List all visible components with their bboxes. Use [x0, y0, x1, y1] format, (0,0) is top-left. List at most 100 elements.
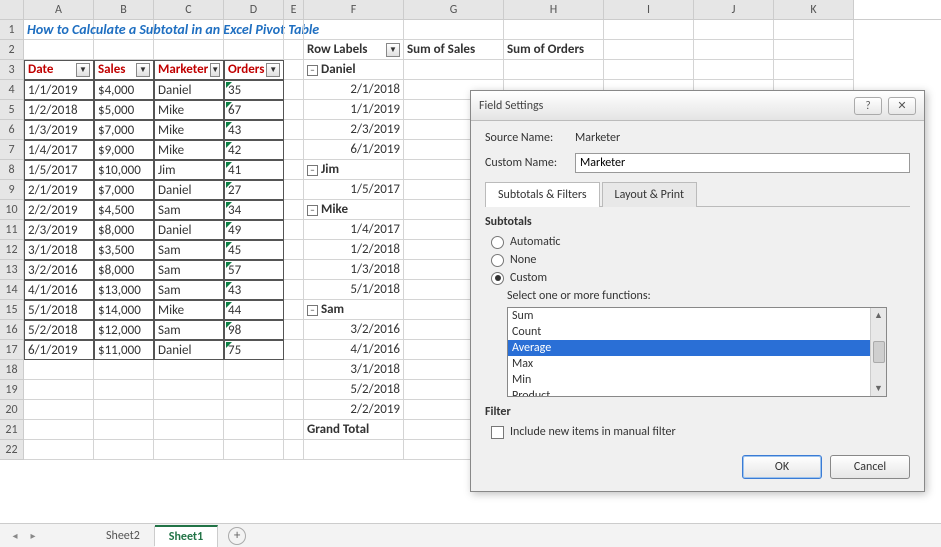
cell[interactable]	[284, 100, 304, 120]
cell[interactable]	[304, 20, 404, 40]
cell[interactable]: $3,500	[94, 240, 154, 260]
cell[interactable]: $11,000	[94, 340, 154, 360]
cell[interactable]	[24, 380, 94, 400]
cell[interactable]	[94, 380, 154, 400]
collapse-icon[interactable]: −	[307, 305, 318, 316]
nav-prev-icon[interactable]: ▸	[26, 529, 40, 543]
cell[interactable]	[224, 40, 284, 60]
cell[interactable]: −Sam	[304, 300, 404, 320]
cell[interactable]: $13,000	[94, 280, 154, 300]
row-header[interactable]: 15	[0, 300, 24, 320]
cell[interactable]: 1/3/2019	[24, 120, 94, 140]
row-header[interactable]: 8	[0, 160, 24, 180]
cell[interactable]: 1/1/2019	[304, 100, 404, 120]
cell[interactable]	[284, 180, 304, 200]
cell[interactable]	[604, 40, 694, 60]
row-header[interactable]: 3	[0, 60, 24, 80]
cell[interactable]	[694, 20, 774, 40]
cell[interactable]	[774, 60, 854, 80]
row-header[interactable]: 5	[0, 100, 24, 120]
cell[interactable]: 1/3/2018	[304, 260, 404, 280]
cell[interactable]: Row Labels▼	[304, 40, 404, 60]
cell[interactable]: 41	[224, 160, 284, 180]
cell[interactable]	[24, 420, 94, 440]
cell[interactable]: Daniel	[154, 340, 224, 360]
cell[interactable]: $8,000	[94, 220, 154, 240]
cell[interactable]: 5/2/2018	[24, 320, 94, 340]
cell[interactable]	[224, 440, 284, 460]
collapse-icon[interactable]: −	[307, 65, 318, 76]
cell[interactable]	[154, 440, 224, 460]
column-header[interactable]: F	[304, 0, 404, 19]
tab-subtotals-filters[interactable]: Subtotals & Filters	[485, 182, 600, 207]
cell[interactable]	[284, 300, 304, 320]
cell[interactable]: 2/2/2019	[24, 200, 94, 220]
custom-name-input[interactable]	[575, 153, 910, 173]
cell[interactable]: 43	[224, 280, 284, 300]
cell[interactable]: −Jim	[304, 160, 404, 180]
cell[interactable]	[154, 400, 224, 420]
cell[interactable]	[154, 380, 224, 400]
cell[interactable]: 2/2/2019	[304, 400, 404, 420]
cell[interactable]: $7,000	[94, 120, 154, 140]
column-header[interactable]: K	[774, 0, 854, 19]
cell[interactable]	[224, 400, 284, 420]
cell[interactable]: Daniel	[154, 80, 224, 100]
cell[interactable]: 1/2/2018	[304, 240, 404, 260]
cell[interactable]	[404, 60, 504, 80]
cell[interactable]: −Daniel	[304, 60, 404, 80]
cell[interactable]	[224, 360, 284, 380]
cell[interactable]: 4/1/2016	[24, 280, 94, 300]
cell[interactable]: 44	[224, 300, 284, 320]
cell[interactable]: 5/1/2018	[304, 280, 404, 300]
cell[interactable]	[24, 40, 94, 60]
cell[interactable]: $5,000	[94, 100, 154, 120]
cell[interactable]: 67	[224, 100, 284, 120]
cell[interactable]	[224, 20, 284, 40]
cell[interactable]	[284, 380, 304, 400]
row-header[interactable]: 22	[0, 440, 24, 460]
cell[interactable]: 75	[224, 340, 284, 360]
cell[interactable]: 42	[224, 140, 284, 160]
cell[interactable]	[284, 340, 304, 360]
row-header[interactable]: 7	[0, 140, 24, 160]
cell[interactable]: 2/1/2019	[24, 180, 94, 200]
cell[interactable]: Sam	[154, 200, 224, 220]
cell[interactable]: Mike	[154, 140, 224, 160]
cell[interactable]: $8,000	[94, 260, 154, 280]
cell[interactable]: 3/1/2018	[24, 240, 94, 260]
cell[interactable]	[284, 140, 304, 160]
filter-dropdown-icon[interactable]: ▼	[210, 63, 220, 77]
cell[interactable]	[284, 60, 304, 80]
row-header[interactable]: 11	[0, 220, 24, 240]
row-header[interactable]: 16	[0, 320, 24, 340]
cell[interactable]: Mike	[154, 120, 224, 140]
cell[interactable]	[224, 380, 284, 400]
column-header[interactable]: G	[404, 0, 504, 19]
filter-dropdown-icon[interactable]: ▼	[76, 63, 90, 77]
cell[interactable]: Jim	[154, 160, 224, 180]
filter-dropdown-icon[interactable]: ▼	[266, 63, 280, 77]
radio-automatic[interactable]: Automatic	[485, 235, 910, 249]
cell[interactable]: How to Calculate a Subtotal in an Excel …	[24, 20, 94, 40]
cell[interactable]	[694, 40, 774, 60]
cell[interactable]: Date▼	[24, 60, 94, 80]
cell[interactable]	[24, 440, 94, 460]
cell[interactable]	[154, 20, 224, 40]
cell[interactable]	[94, 40, 154, 60]
row-header[interactable]: 19	[0, 380, 24, 400]
tab-layout-print[interactable]: Layout & Print	[602, 182, 697, 207]
listbox-scrollbar[interactable]: ▲ ▼	[870, 308, 886, 396]
collapse-icon[interactable]: −	[307, 165, 318, 176]
cell[interactable]: 4/1/2016	[304, 340, 404, 360]
cell[interactable]: 27	[224, 180, 284, 200]
cell[interactable]: 1/4/2017	[24, 140, 94, 160]
cell[interactable]	[284, 440, 304, 460]
cell[interactable]	[284, 220, 304, 240]
cell[interactable]	[154, 40, 224, 60]
help-button[interactable]: ?	[854, 97, 882, 115]
cell[interactable]: Orders▼	[224, 60, 284, 80]
cell[interactable]	[24, 400, 94, 420]
column-header[interactable]: D	[224, 0, 284, 19]
function-option[interactable]: Sum	[508, 308, 886, 324]
